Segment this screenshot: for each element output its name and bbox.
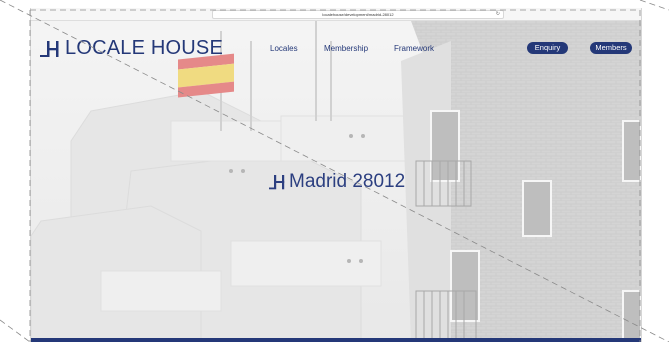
locale-house-mark-icon <box>269 175 285 190</box>
enquiry-button[interactable]: Enquiry <box>527 42 568 54</box>
members-button[interactable]: Members <box>590 42 632 54</box>
hero-title: Madrid 28012 <box>289 171 406 192</box>
logo-link[interactable]: LOCALE HOUSE <box>40 37 223 59</box>
footer-band <box>31 338 641 342</box>
reload-icon[interactable]: ↻ <box>496 11 500 18</box>
browser-window: localehouse/development/madrid-28012 ↻ L… <box>30 8 642 342</box>
browser-toolbar: localehouse/development/madrid-28012 ↻ <box>31 8 641 21</box>
locale-house-logo-icon <box>40 41 59 57</box>
nav-link-locales[interactable]: Locales <box>270 44 298 53</box>
address-bar[interactable]: localehouse/development/madrid-28012 ↻ <box>212 10 504 19</box>
hero-heading: Madrid 28012 <box>269 171 405 193</box>
logo-text: LOCALE HOUSE <box>65 36 224 59</box>
nav-link-framework[interactable]: Framework <box>394 44 434 53</box>
address-url: localehouse/development/madrid-28012 <box>322 12 394 17</box>
nav-link-membership[interactable]: Membership <box>324 44 368 53</box>
page-viewport: LOCALE HOUSE Locales Membership Framewor… <box>31 21 641 342</box>
